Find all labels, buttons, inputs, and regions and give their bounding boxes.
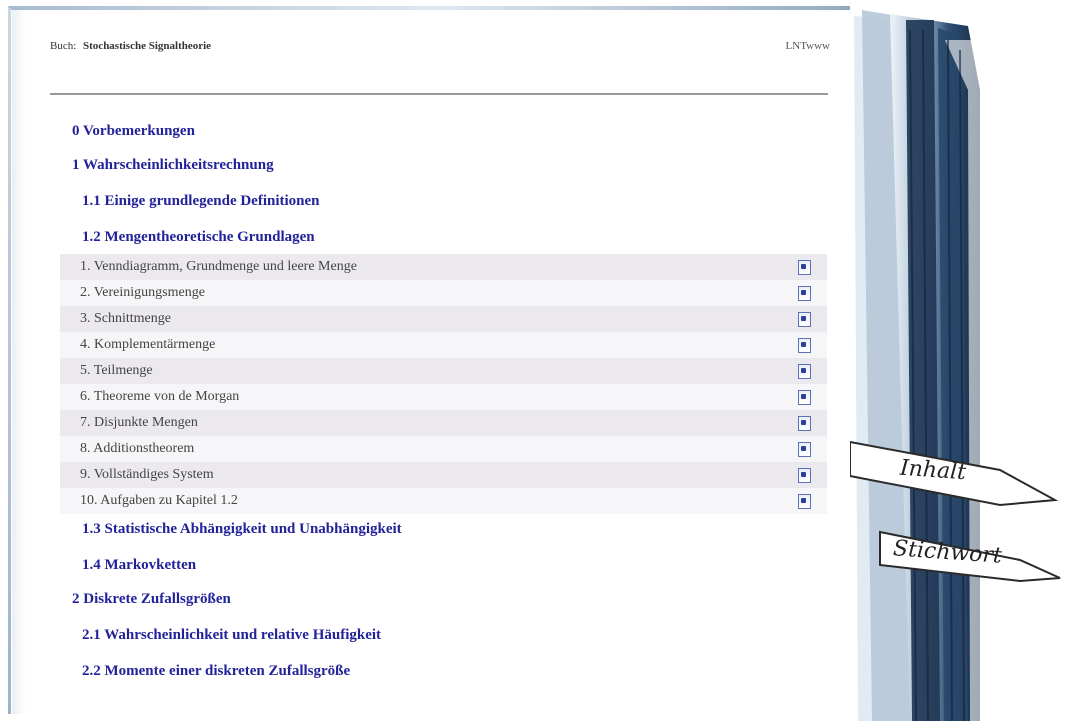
- document-icon[interactable]: [798, 390, 811, 405]
- list-item[interactable]: 6. Theoreme von de Morgan: [60, 384, 827, 410]
- document-icon[interactable]: [798, 416, 811, 431]
- table-of-contents: 0 Vorbemerkungen 1 Wahrscheinlichkeitsre…: [50, 122, 828, 680]
- list-item[interactable]: 3. Schnittmenge: [60, 306, 827, 332]
- header-divider: [50, 93, 828, 95]
- list-item-label: 8. Additionstheorem: [80, 441, 195, 456]
- list-item[interactable]: 2. Vereinigungsmenge: [60, 280, 827, 306]
- document-icon[interactable]: [798, 364, 811, 379]
- toc-chapter-2[interactable]: 2 Diskrete Zufallsgrößen: [50, 590, 828, 608]
- list-item-label: 2. Vereinigungsmenge: [80, 285, 205, 300]
- inhalt-tab[interactable]: Inhalt: [899, 456, 967, 486]
- list-item-label: 6. Theoreme von de Morgan: [80, 389, 240, 404]
- list-item[interactable]: 10. Aufgaben zu Kapitel 1.2: [60, 488, 827, 514]
- list-item-label: 3. Schnittmenge: [80, 311, 171, 326]
- book-spine-illustration: [850, 0, 1065, 721]
- toc-chapter-1[interactable]: 1 Wahrscheinlichkeitsrechnung: [50, 156, 828, 174]
- toc-section-1-3[interactable]: 1.3 Statistische Abhängigkeit und Unabhä…: [50, 520, 828, 538]
- toc-section-1-2[interactable]: 1.2 Mengentheoretische Grundlagen: [50, 228, 828, 246]
- book-left-edge: [8, 8, 11, 714]
- page-header: Buch: Stochastische Signaltheorie LNTwww: [50, 40, 830, 60]
- list-item[interactable]: 4. Komplementärmenge: [60, 332, 827, 358]
- list-item-label: 10. Aufgaben zu Kapitel 1.2: [80, 493, 238, 508]
- list-item-label: 5. Teilmenge: [80, 363, 153, 378]
- inhalt-label: Inhalt: [899, 455, 967, 486]
- toc-chapter-0[interactable]: 0 Vorbemerkungen: [50, 122, 828, 140]
- document-icon[interactable]: [798, 286, 811, 301]
- document-icon[interactable]: [798, 312, 811, 327]
- document-icon[interactable]: [798, 338, 811, 353]
- list-item[interactable]: 7. Disjunkte Mengen: [60, 410, 827, 436]
- toc-section-1-1[interactable]: 1.1 Einige grundlegende Definitionen: [50, 192, 828, 210]
- document-icon[interactable]: [798, 442, 811, 457]
- toc-section-2-2[interactable]: 2.2 Momente einer diskreten Zufallsgröße: [50, 662, 828, 680]
- list-item-label: 4. Komplementärmenge: [80, 337, 216, 352]
- list-item[interactable]: 1. Venndiagramm, Grundmenge und leere Me…: [60, 254, 827, 280]
- list-item[interactable]: 8. Additionstheorem: [60, 436, 827, 462]
- list-item-label: 7. Disjunkte Mengen: [80, 415, 198, 430]
- document-icon[interactable]: [798, 468, 811, 483]
- subsection-list: 1. Venndiagramm, Grundmenge und leere Me…: [60, 254, 827, 514]
- site-name: LNTwww: [785, 40, 830, 52]
- book-title: Stochastische Signaltheorie: [83, 40, 212, 52]
- document-icon[interactable]: [798, 494, 811, 509]
- document-icon[interactable]: [798, 260, 811, 275]
- toc-section-2-1[interactable]: 2.1 Wahrscheinlichkeit und relative Häuf…: [50, 626, 828, 644]
- list-item-label: 9. Vollständiges System: [80, 467, 214, 482]
- list-item[interactable]: 9. Vollständiges System: [60, 462, 827, 488]
- toc-section-1-4[interactable]: 1.4 Markovketten: [50, 556, 828, 574]
- list-item-label: 1. Venndiagramm, Grundmenge und leere Me…: [80, 259, 357, 274]
- book-label: Buch:: [50, 40, 77, 52]
- list-item[interactable]: 5. Teilmenge: [60, 358, 827, 384]
